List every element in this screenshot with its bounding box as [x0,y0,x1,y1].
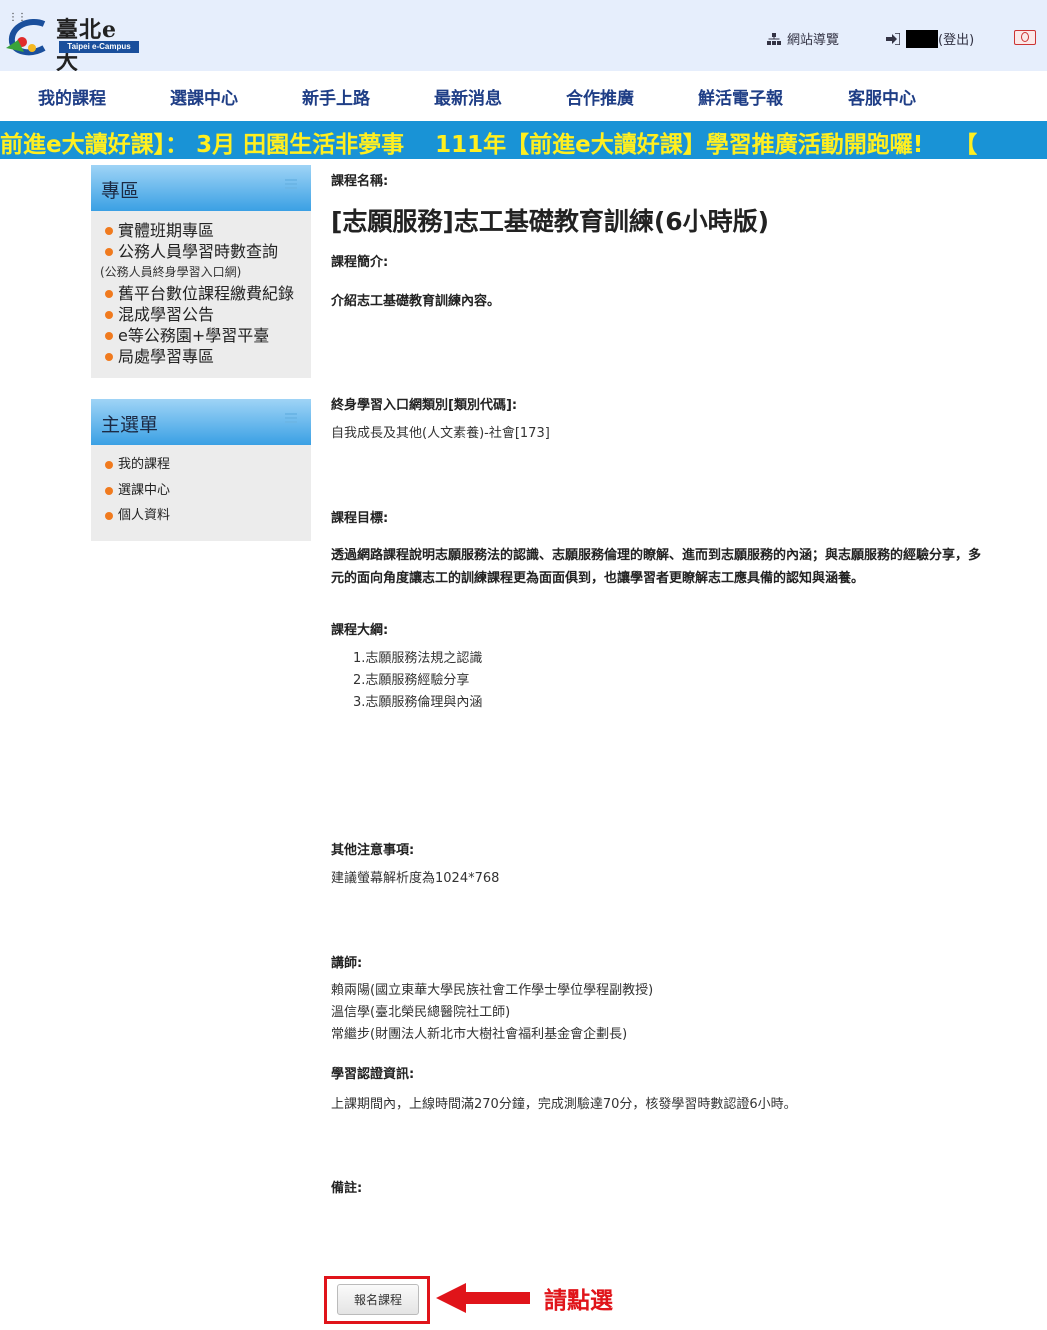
bullet-icon [105,227,113,235]
teacher-item: 常繼步(財團法人新北市大樹社會福利基金會企劃長) [331,1027,628,1042]
zone-panel-title: 專區 [101,180,140,202]
teacher-label: 講師: [331,956,363,971]
nav-newsletter[interactable]: 鮮活電子報 [698,84,783,109]
logo-mark-icon [6,19,46,56]
bullet-icon [105,248,113,256]
sitemap-icon [767,32,781,45]
zone-item-payment-records[interactable]: 舊平台數位課程繳費紀錄 [103,283,311,304]
enroll-button[interactable]: 報名課程 [337,1284,419,1315]
category-label: 終身學習入口網類別[類別代碼]: [331,398,518,413]
main-menu-title: 主選單 [101,414,159,436]
zone-item-e-platform[interactable]: e等公務園+學習平臺 [103,325,311,346]
teacher-item: 賴兩陽(國立東華大學民族社會工作學士學位學程副教授) [331,983,654,998]
notes-label: 其他注意事項: [331,843,415,858]
logout-link[interactable]: (登出) [886,29,974,48]
nav-cooperation[interactable]: 合作推廣 [566,84,634,109]
menu-icon[interactable] [285,413,297,423]
bullet-icon [105,311,113,319]
main-menu-header: 主選單 [91,399,311,445]
sidebar-item-profile[interactable]: 個人資料 [103,503,311,529]
nav-customer-service[interactable]: 客服中心 [848,84,916,109]
cert-label: 學習認證資訊: [331,1067,415,1082]
click-callout: 請點選 [544,1288,613,1314]
nav-course-center[interactable]: 選課中心 [170,84,238,109]
logout-label: (登出) [938,33,975,48]
notes-value: 建議螢幕解析度為1024*768 [331,871,500,886]
category-value: 自我成長及其他(人文素養)-社會[173] [331,426,550,441]
goal-label: 課程目標: [331,511,389,526]
site-logo[interactable]: ⋮⋮ 臺北e大 Taipei e-Campus [4,8,139,75]
goal-line-1: 透過網路課程說明志願服務法的認識、志願服務倫理的瞭解、進而到志願服務的內涵；與志… [331,548,982,563]
remark-label: 備註: [331,1181,363,1196]
main-nav: 我的課程 選課中心 新手上路 最新消息 合作推廣 鮮活電子報 客服中心 [0,71,1047,121]
nav-latest-news[interactable]: 最新消息 [434,84,502,109]
sidebar-item-my-courses[interactable]: 我的課程 [103,452,311,478]
bullet-icon [105,353,113,361]
zone-panel: 專區 實體班期專區 公務人員學習時數查詢 (公務人員終身學習入口網) 舊平台數位… [91,165,311,378]
zone-item-bureau[interactable]: 局處學習專區 [103,346,311,367]
bullet-icon [105,512,113,520]
marquee-text[interactable]: 前進e大讀好課】： 3月 田園生活非夢事 111年【前進e大讀好課】學習推廣活動… [0,125,977,159]
zone-item-note: (公務人員終身學習入口網) [100,265,242,279]
bullet-icon [105,486,113,495]
outline-item: 3.志願服務倫理與內涵 [353,695,483,710]
goal-line-2: 元的面向角度讓志工的訓練課程更為面面俱到，也讓學習者更瞭解志工應具備的認知與涵養… [331,571,865,586]
sidebar-item-course-center[interactable]: 選課中心 [103,478,311,504]
teacher-item: 溫信學(臺北榮民總醫院社工師) [331,1005,511,1020]
outline-item: 1.志願服務法規之認識 [353,651,483,666]
mailbox-icon [1014,30,1036,45]
course-title: [志願服務]志工基礎教育訓練(6小時版) [331,207,770,236]
zone-item-blended-notice[interactable]: 混成學習公告 [103,304,311,325]
course-intro: 介紹志工基礎教育訓練內容。 [331,294,501,309]
logo-subtitle: Taipei e-Campus [59,41,139,53]
main-menu-panel: 主選單 我的課程 選課中心 個人資料 [91,399,311,541]
bullet-icon [105,290,113,298]
zone-panel-header: 專區 [91,165,311,211]
redacted-username [906,29,938,48]
nav-my-courses[interactable]: 我的課程 [38,84,106,109]
sign-in-icon [886,32,900,45]
outline-label: 課程大綱: [331,623,389,638]
course-name-label: 課程名稱: [331,174,389,189]
nav-getting-started[interactable]: 新手上路 [302,84,370,109]
bullet-icon [105,461,113,469]
bullet-icon [105,332,113,340]
course-intro-label: 課程簡介: [331,255,389,270]
mailbox-button[interactable] [1014,30,1036,45]
sitemap-link[interactable]: 網站導覽 [767,29,839,48]
menu-icon[interactable] [285,179,297,189]
cert-value: 上課期間內，上線時間滿270分鐘，完成測驗達70分，核發學習時數認證6小時。 [331,1097,797,1112]
arrow-left-icon [436,1283,530,1313]
zone-item-classes[interactable]: 實體班期專區 [103,220,311,241]
news-marquee[interactable]: 前進e大讀好課】： 3月 田園生活非夢事 111年【前進e大讀好課】學習推廣活動… [0,121,1047,159]
sitemap-label: 網站導覽 [787,33,840,48]
zone-item-hours-query[interactable]: 公務人員學習時數查詢 [103,241,311,262]
top-header: ⋮⋮ 臺北e大 Taipei e-Campus 網站導覽 (登出) [0,0,1047,75]
outline-item: 2.志願服務經驗分享 [353,673,470,688]
